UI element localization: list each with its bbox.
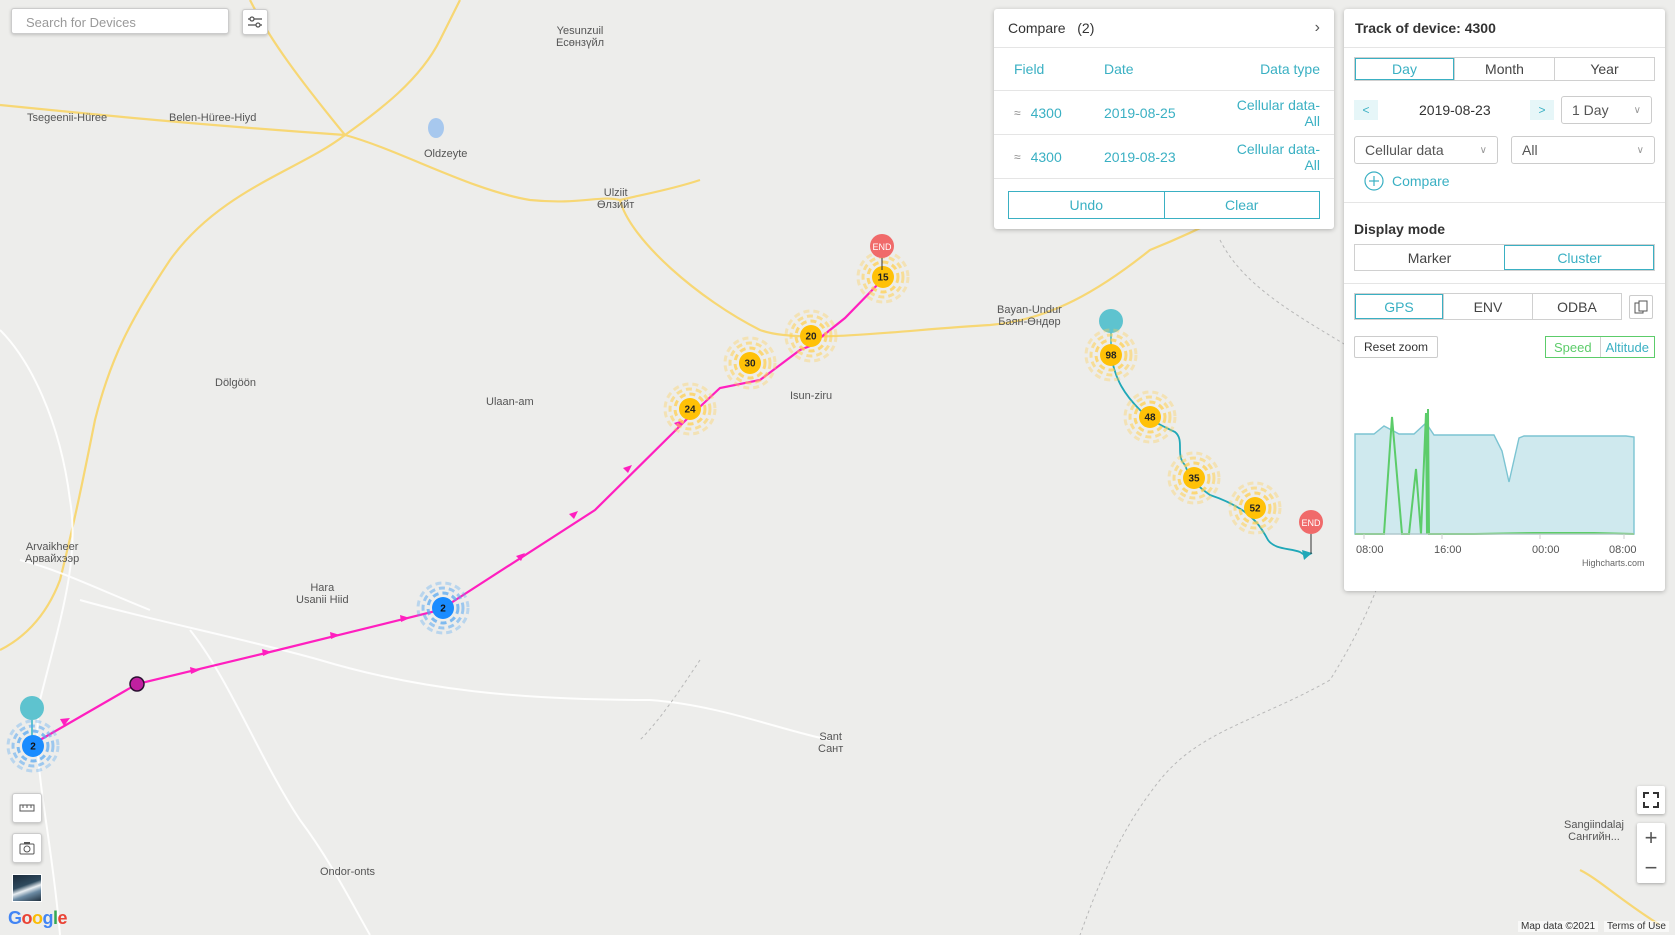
tab-speed[interactable]: Speed xyxy=(1546,337,1600,357)
cluster-count: 20 xyxy=(805,332,817,343)
compare-row[interactable]: ≈4300 2019-08-23 Cellular data-All xyxy=(994,135,1334,179)
device-search[interactable] xyxy=(11,8,229,34)
cluster-count: 30 xyxy=(744,359,756,370)
zoom-in-button[interactable]: + xyxy=(1637,823,1665,853)
start-marker[interactable] xyxy=(20,696,44,720)
compare-title: Compare (2) xyxy=(1008,20,1095,36)
place-label: Tsegeenii-Hüree xyxy=(27,112,108,124)
cluster-count: 2 xyxy=(440,604,446,615)
track-chart[interactable]: 08:00 16:00 00:00 08:00 Highcharts.com xyxy=(1354,389,1654,569)
display-mode-tabs: Marker Cluster xyxy=(1354,244,1655,271)
column-header: Date xyxy=(1104,61,1134,77)
svg-text:END: END xyxy=(1301,518,1321,528)
place-label: Ondor-onts xyxy=(320,866,376,878)
place-label: Dölgöön xyxy=(215,377,256,389)
compare-header[interactable]: Compare (2) › xyxy=(994,9,1334,48)
tab-env[interactable]: ENV xyxy=(1443,294,1532,319)
camera-icon xyxy=(19,842,35,855)
place-label: Hara Usanii Hiid xyxy=(296,582,349,606)
search-input[interactable] xyxy=(24,10,228,34)
place-label: Ulaan-am xyxy=(486,396,534,408)
display-mode-label: Display mode xyxy=(1354,221,1446,237)
cluster-count: 24 xyxy=(684,405,696,416)
chevron-down-icon: ∨ xyxy=(1636,144,1644,156)
fullscreen-icon xyxy=(1643,792,1659,808)
cluster-count: 35 xyxy=(1188,474,1200,485)
cluster-count: 2 xyxy=(30,742,36,753)
place-label: Sant Сант xyxy=(818,731,844,755)
x-tick-label: 16:00 xyxy=(1434,544,1462,556)
cluster-count: 15 xyxy=(877,273,889,284)
zoom-out-button[interactable]: − xyxy=(1637,853,1665,883)
tab-gps[interactable]: GPS xyxy=(1355,294,1443,319)
selected-date: 2019-08-23 xyxy=(1419,102,1491,118)
cluster-count: 48 xyxy=(1144,413,1156,424)
x-tick-label: 08:00 xyxy=(1356,544,1384,556)
plus-circle-icon xyxy=(1364,171,1384,191)
clear-button[interactable]: Clear xyxy=(1164,191,1320,219)
svg-text:END: END xyxy=(872,242,892,252)
ruler-icon xyxy=(19,804,35,812)
range-select[interactable]: 1 Day ∨ xyxy=(1561,96,1652,124)
tab-month[interactable]: Month xyxy=(1454,58,1554,80)
prev-date-button[interactable]: < xyxy=(1354,100,1378,120)
copy-button[interactable] xyxy=(1629,295,1653,319)
place-label: Ulziit Өлзийт xyxy=(597,187,635,211)
copy-icon xyxy=(1634,300,1648,314)
place-label: Arvaikheer Арвайхээр xyxy=(25,541,80,565)
google-logo: Google xyxy=(8,908,68,928)
column-header: Field xyxy=(1014,61,1045,77)
compare-row[interactable]: ≈4300 2019-08-25 Cellular data-All xyxy=(994,91,1334,135)
add-compare-button[interactable]: Compare xyxy=(1364,171,1450,191)
chart-credit: Highcharts.com xyxy=(1582,558,1645,568)
filter-button[interactable] xyxy=(242,9,268,35)
column-header: Data type xyxy=(1260,61,1320,77)
route-icon: ≈ xyxy=(1014,105,1021,120)
tab-day[interactable]: Day xyxy=(1355,58,1454,80)
place-label: Isun-ziru xyxy=(790,390,833,402)
screenshot-button[interactable] xyxy=(12,833,42,863)
compare-column-headers: Field Date Data type xyxy=(994,48,1334,91)
tab-cluster[interactable]: Cluster xyxy=(1504,245,1654,270)
track-title: Track of device: 4300 xyxy=(1355,20,1496,36)
filter-select[interactable]: All ∨ xyxy=(1511,136,1655,164)
sensor-tabs: GPS ENV ODBA xyxy=(1354,293,1622,320)
metric-tabs: Speed Altitude xyxy=(1545,336,1655,358)
zoom-control: + − xyxy=(1637,823,1665,883)
terms-link[interactable]: Terms of Use xyxy=(1604,921,1669,932)
place-label: Bayan-Undur Баян-Өндөр xyxy=(997,304,1062,328)
reset-zoom-button[interactable]: Reset zoom xyxy=(1354,336,1438,358)
cluster-count: 98 xyxy=(1105,351,1117,362)
place-label: Yesunzuil Есөнзүйл xyxy=(556,25,605,49)
track-panel: Track of device: 4300 Day Month Year < 2… xyxy=(1344,9,1665,591)
next-date-button[interactable]: > xyxy=(1530,100,1554,120)
route-icon: ≈ xyxy=(1014,149,1021,164)
x-tick-label: 00:00 xyxy=(1532,544,1560,556)
satellite-toggle[interactable] xyxy=(12,874,42,902)
tab-year[interactable]: Year xyxy=(1554,58,1654,80)
cluster-count: 52 xyxy=(1249,504,1261,515)
tab-odba[interactable]: ODBA xyxy=(1532,294,1621,319)
place-label: Sangiindalaj Сангийн... xyxy=(1564,819,1624,843)
x-tick-label: 08:00 xyxy=(1609,544,1637,556)
datatype-select[interactable]: Cellular data ∨ xyxy=(1354,136,1498,164)
chevron-down-icon: ∨ xyxy=(1479,144,1487,156)
compare-panel: Compare (2) › Field Date Data type ≈4300… xyxy=(994,9,1334,229)
undo-button[interactable]: Undo xyxy=(1008,191,1165,219)
ruler-button[interactable] xyxy=(12,793,42,823)
map-data-credit: Map data ©2021 xyxy=(1518,921,1599,932)
lake xyxy=(428,118,444,138)
tab-marker[interactable]: Marker xyxy=(1355,245,1504,270)
period-tabs: Day Month Year xyxy=(1354,57,1655,81)
fullscreen-button[interactable] xyxy=(1637,786,1665,814)
start-marker[interactable] xyxy=(1099,309,1123,333)
place-label: Oldzeyte xyxy=(424,148,468,160)
place-label: Belen-Hüree-Hiyd xyxy=(169,112,257,124)
sliders-icon xyxy=(248,16,262,28)
chevron-right-icon[interactable]: › xyxy=(1315,19,1320,37)
chevron-down-icon: ∨ xyxy=(1633,104,1641,116)
tab-altitude[interactable]: Altitude xyxy=(1599,337,1655,357)
